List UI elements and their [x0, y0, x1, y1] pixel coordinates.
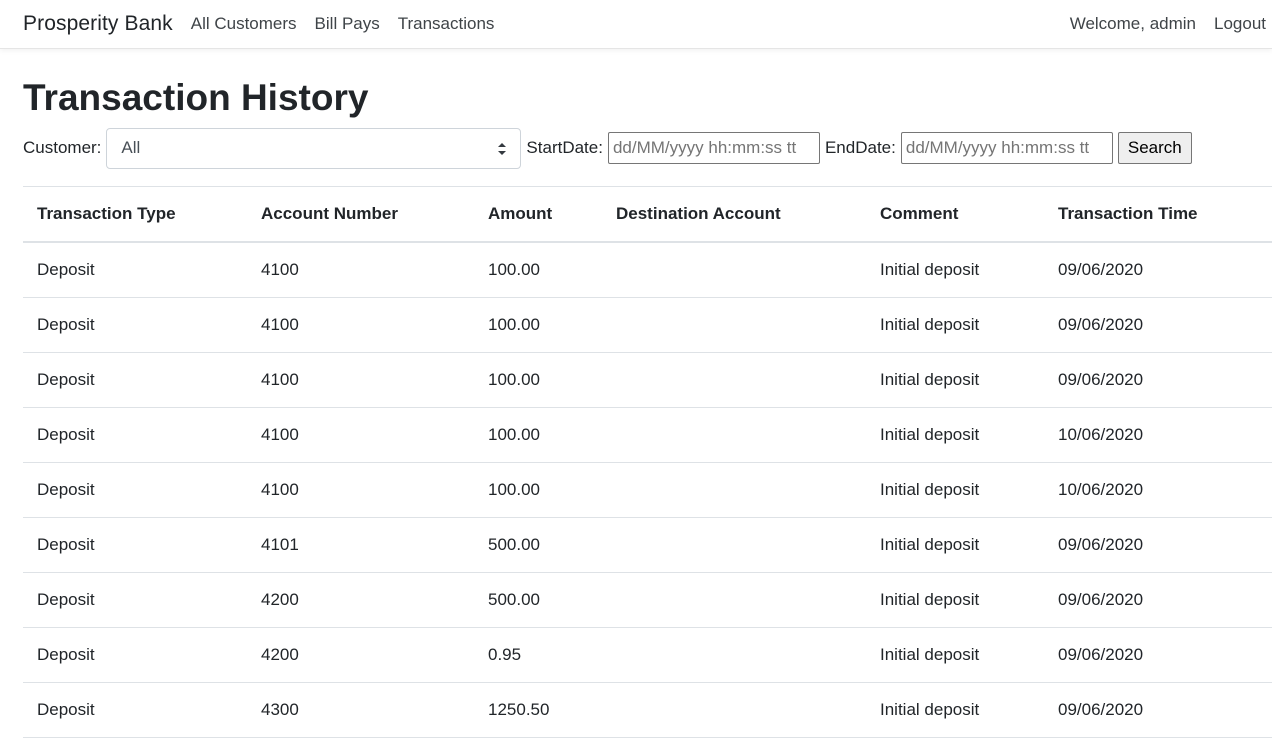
cell-amount: 500.00 [474, 572, 602, 628]
cell-amount: 1250.50 [474, 682, 602, 738]
header-transaction-type: Transaction Type [23, 186, 247, 243]
cell-destination-account [602, 297, 866, 353]
start-date-input[interactable] [607, 132, 820, 164]
filter-form: Customer: All StartDate: EndDate: Search [23, 126, 1272, 170]
cell-transaction-type: Deposit [23, 297, 247, 353]
cell-transaction-time: 09/06/2020 [1044, 627, 1272, 683]
cell-transaction-time: 09/06/2020 [1044, 682, 1272, 738]
cell-transaction-time: 10/06/2020 [1044, 462, 1272, 518]
table-row: Deposit 4101 500.00 Initial deposit 09/06/20… [23, 517, 1272, 573]
cell-account-number: 4100 [247, 407, 474, 463]
header-comment: Comment [866, 186, 1044, 243]
cell-destination-account [602, 462, 866, 518]
header-account-number: Account Number [247, 186, 474, 243]
navbar: Prosperity Bank All Customers Bill Pays … [0, 0, 1272, 49]
table-row: Deposit 4200 500.00 Initial deposit 09/06/20… [23, 572, 1272, 628]
cell-amount: 100.00 [474, 352, 602, 408]
cell-amount: 100.00 [474, 242, 602, 298]
cell-account-number: 4100 [247, 462, 474, 518]
cell-transaction-type: Deposit [23, 627, 247, 683]
customer-select[interactable]: All [106, 127, 522, 169]
cell-account-number: 4200 [247, 627, 474, 683]
cell-destination-account [602, 682, 866, 738]
customer-label: Customer: [23, 138, 102, 157]
cell-comment: Initial deposit [866, 462, 1044, 518]
cell-transaction-time: 10/06/2020 [1044, 407, 1272, 463]
cell-account-number: 4300 [247, 682, 474, 738]
cell-destination-account [602, 352, 866, 408]
cell-comment: Initial deposit [866, 627, 1044, 683]
table-row: Deposit 4100 100.00 Initial deposit 10/06/20… [23, 407, 1272, 463]
cell-amount: 500.00 [474, 517, 602, 573]
cell-transaction-type: Deposit [23, 407, 247, 463]
cell-destination-account [602, 407, 866, 463]
end-date-input[interactable] [900, 132, 1113, 164]
search-button[interactable]: Search [1117, 132, 1192, 164]
welcome-text: Welcome, admin [1069, 14, 1196, 33]
cell-comment: Initial deposit [866, 242, 1044, 298]
table-row: Deposit 4100 100.00 Initial deposit 09/06/20… [23, 242, 1272, 298]
cell-amount: 100.00 [474, 407, 602, 463]
table-body: Deposit 4100 100.00 Initial deposit 09/06/20… [23, 242, 1272, 738]
cell-transaction-type: Deposit [23, 242, 247, 298]
cell-transaction-time: 09/06/2020 [1044, 572, 1272, 628]
header-destination-account: Destination Account [602, 186, 866, 243]
table-row: Deposit 4100 100.00 Initial deposit 10/06/20… [23, 462, 1272, 518]
table-row: Deposit 4100 100.00 Initial deposit 09/06/20… [23, 352, 1272, 408]
cell-account-number: 4200 [247, 572, 474, 628]
nav-link-bill-pays[interactable]: Bill Pays [315, 14, 380, 34]
cell-account-number: 4100 [247, 297, 474, 353]
cell-comment: Initial deposit [866, 297, 1044, 353]
cell-comment: Initial deposit [866, 572, 1044, 628]
cell-account-number: 4100 [247, 352, 474, 408]
cell-transaction-type: Deposit [23, 572, 247, 628]
header-amount: Amount [474, 186, 602, 243]
start-date-label: StartDate: [526, 138, 603, 157]
cell-transaction-time: 09/06/2020 [1044, 242, 1272, 298]
cell-destination-account [602, 242, 866, 298]
cell-destination-account [602, 517, 866, 573]
cell-transaction-type: Deposit [23, 517, 247, 573]
transactions-table: Transaction Type Account Number Amount D… [23, 186, 1272, 738]
cell-transaction-time: 09/06/2020 [1044, 517, 1272, 573]
cell-comment: Initial deposit [866, 407, 1044, 463]
nav-link-transactions[interactable]: Transactions [398, 14, 495, 34]
cell-transaction-type: Deposit [23, 682, 247, 738]
main-content: Transaction History Customer: All StartD… [0, 76, 1272, 738]
page-title: Transaction History [23, 77, 369, 118]
header-transaction-time: Transaction Time [1044, 186, 1272, 243]
cell-account-number: 4101 [247, 517, 474, 573]
nav-right: Welcome, admin Logout [1070, 14, 1272, 34]
cell-amount: 100.00 [474, 297, 602, 353]
cell-transaction-type: Deposit [23, 462, 247, 518]
cell-destination-account [602, 572, 866, 628]
logout-link[interactable]: Logout [1214, 14, 1266, 34]
cell-transaction-time: 09/06/2020 [1044, 352, 1272, 408]
cell-comment: Initial deposit [866, 517, 1044, 573]
cell-transaction-time: 09/06/2020 [1044, 297, 1272, 353]
cell-comment: Initial deposit [866, 682, 1044, 738]
end-date-label: EndDate: [824, 138, 896, 157]
cell-transaction-type: Deposit [23, 352, 247, 408]
cell-account-number: 4100 [247, 242, 474, 298]
nav-link-all-customers[interactable]: All Customers [191, 14, 297, 34]
cell-comment: Initial deposit [866, 352, 1044, 408]
cell-destination-account [602, 627, 866, 683]
table-row: Deposit 4100 100.00 Initial deposit 09/06/20… [23, 297, 1272, 353]
cell-amount: 100.00 [474, 462, 602, 518]
table-header-row: Transaction Type Account Number Amount D… [23, 186, 1272, 243]
brand-link[interactable]: Prosperity Bank [23, 12, 173, 36]
table-row: Deposit 4200 0.95 Initial deposit 09/06/2020 [23, 627, 1272, 683]
table-row: Deposit 4300 1250.50 Initial deposit 09/06/2… [23, 682, 1272, 738]
customer-select-value: All [121, 138, 141, 157]
cell-amount: 0.95 [474, 627, 602, 683]
select-arrow-icon [498, 142, 507, 155]
